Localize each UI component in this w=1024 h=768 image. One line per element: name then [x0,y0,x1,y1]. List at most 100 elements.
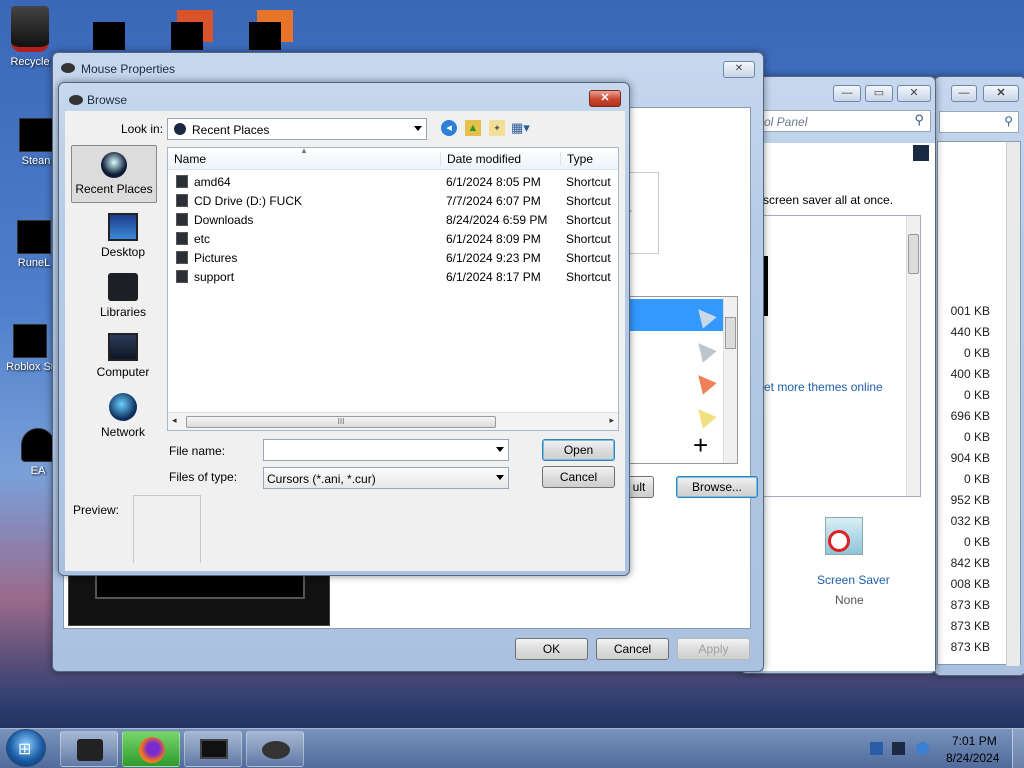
close-button[interactable]: ✕ [723,61,755,78]
explorer-file-list[interactable]: 001 KB 440 KB 0 KB 400 KB 0 KB 696 KB 0 KB 904 … [937,141,1021,666]
cancel-button[interactable]: Cancel [596,638,669,660]
file-rows: amd64 6/1/2024 8:05 PM Shortcut CD Drive (D… [168,172,618,402]
scroll-right-icon[interactable]: ▸ [609,415,614,426]
place-libraries[interactable]: Libraries [80,273,166,319]
get-more-themes-link[interactable]: et more themes online [764,380,883,394]
desktop-shortcut-icon[interactable] [249,22,281,50]
clock-time[interactable]: 7:01 PM [952,734,997,748]
control-panel-search-input[interactable]: ol Panel ⚲ [761,110,931,132]
file-size: 696 KB [950,409,990,423]
shortcut-folder-icon [176,251,188,264]
volume-tray-icon[interactable] [916,742,929,755]
place-label: Computer [96,365,150,379]
desktop-shortcut-icon[interactable] [171,22,203,50]
taskbar-firefox[interactable] [122,731,180,767]
control-panel-window[interactable]: — ▭ ✕ ol Panel ⚲ screen saver all at onc… [740,76,936,674]
desktop-shortcut-icon[interactable] [93,22,125,50]
network-tray-icon[interactable] [870,742,883,755]
preview-box [133,495,201,563]
column-header-name[interactable]: Name [174,152,206,166]
taskbar-mouse-properties[interactable] [246,731,304,767]
file-size: 0 KB [963,535,990,549]
horizontal-scrollbar[interactable]: ◂ III ▸ [168,412,618,430]
explorer-window[interactable]: — ✕ ⚲ 001 KB 440 KB 0 KB 400 KB 0 KB 696 KB 0 … [934,76,1024,676]
ok-button[interactable]: OK [515,638,588,660]
browse-dialog[interactable]: Browse ✕ Look in: Recent Places ◂ ▲ ✦ ▦▾… [58,82,630,576]
mouse-icon [69,95,83,105]
open-button[interactable]: Open [542,439,615,461]
close-button[interactable]: ✕ [897,85,931,102]
close-button[interactable]: ✕ [983,85,1019,102]
close-button[interactable]: ✕ [589,90,621,107]
sort-up-icon: ▲ [300,146,308,155]
taskbar-app-1[interactable] [60,731,118,767]
file-list[interactable]: Name ▲ Date modified Type amd64 6/1/2024 … [167,146,619,431]
minimize-button[interactable]: — [833,85,861,102]
file-name: support [194,270,235,284]
place-desktop[interactable]: Desktop [80,213,166,259]
place-recent-places[interactable]: Recent Places [71,145,157,203]
look-in-label: Look in: [121,122,164,136]
new-folder-icon[interactable]: ✦ [489,120,505,136]
file-name-input[interactable] [263,439,509,461]
place-network[interactable]: Network [80,393,166,439]
look-in-dropdown[interactable]: Recent Places [167,118,427,140]
themes-scrollbar[interactable] [906,216,920,496]
file-row[interactable]: Pictures 6/1/2024 9:23 PM Shortcut [168,248,620,267]
search-icon: ⚲ [914,112,924,127]
scroll-left-icon[interactable]: ◂ [172,415,177,426]
cursor-list-scrollbar[interactable] [723,297,737,463]
apply-button[interactable]: Apply [677,638,750,660]
scroll-thumb[interactable]: III [186,416,496,428]
help-icon[interactable] [913,145,929,161]
chevron-down-icon[interactable] [414,126,422,131]
back-icon[interactable]: ◂ [441,120,457,136]
screen-saver-value: None [835,593,864,607]
desktop-icon-roblox[interactable]: Roblox St [0,324,60,373]
file-row[interactable]: etc 6/1/2024 8:09 PM Shortcut [168,229,620,248]
file-row[interactable]: support 6/1/2024 8:17 PM Shortcut [168,267,620,286]
minimize-button[interactable]: — [951,85,977,102]
busy-cursor-icon [691,403,717,429]
themes-list[interactable]: et more themes online [763,215,921,497]
place-label: Libraries [99,305,147,319]
file-name: CD Drive (D:) FUCK [194,194,302,208]
mouse-icon [61,63,75,73]
app-icon [77,739,103,761]
file-row[interactable]: amd64 6/1/2024 8:05 PM Shortcut [168,172,620,191]
chevron-down-icon[interactable] [496,475,504,480]
desktop-icon-label: Stean [21,155,51,167]
start-button[interactable]: ⊞ [6,729,46,767]
browse-button[interactable]: Browse... [676,476,758,498]
scroll-thumb[interactable] [908,234,919,274]
explorer-scrollbar[interactable] [1006,142,1020,666]
view-menu-icon[interactable]: ▦▾ [511,120,537,136]
dialog-title: Browse [87,93,128,107]
show-desktop-button[interactable] [1012,729,1024,768]
files-of-type-dropdown[interactable]: Cursors (*.ani, *.cur) [263,467,509,489]
explorer-search-input[interactable]: ⚲ [939,111,1019,133]
file-name-label: File name: [169,444,226,458]
place-label: Network [100,425,145,439]
chevron-down-icon[interactable] [496,447,504,452]
column-header-date[interactable]: Date modified [440,152,521,166]
file-type: Shortcut [566,175,611,189]
file-row[interactable]: Downloads 8/24/2024 6:59 PM Shortcut [168,210,620,229]
screen-saver-link[interactable]: Screen Saver [817,573,890,587]
monitor-tray-icon[interactable] [892,742,905,755]
browse-dialog-content: Look in: Recent Places ◂ ▲ ✦ ▦▾ Recent P… [65,111,625,571]
cancel-button[interactable]: Cancel [542,466,615,488]
place-computer[interactable]: Computer [80,333,166,379]
maximize-button[interactable]: ▭ [865,85,893,102]
search-icon: ⚲ [1004,114,1013,128]
up-folder-icon[interactable]: ▲ [465,120,481,136]
clock-date[interactable]: 8/24/2024 [946,751,999,765]
taskbar-app-3[interactable] [184,731,242,767]
file-size: 400 KB [950,367,990,381]
column-header-type[interactable]: Type [560,152,593,166]
desktop-icon-recycle-bin[interactable]: Recycle [0,6,60,68]
file-row[interactable]: CD Drive (D:) FUCK 7/7/2024 6:07 PM Shortc… [168,191,620,210]
file-date: 6/1/2024 8:09 PM [446,232,541,246]
desktop-icon-label: RuneL [17,257,51,269]
files-of-type-label: Files of type: [169,470,238,484]
